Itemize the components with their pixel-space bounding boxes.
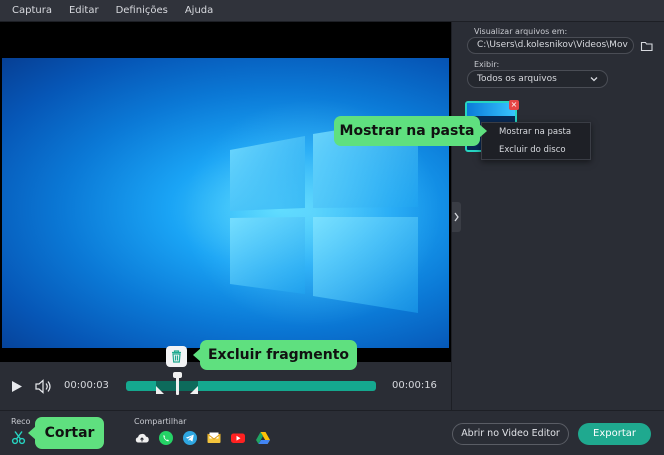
collapse-panel-button[interactable] (452, 202, 461, 232)
total-time: 00:00:16 (392, 380, 437, 391)
thumbnail-image (467, 103, 515, 116)
chevron-right-icon (454, 212, 459, 222)
delete-fragment-button[interactable] (166, 346, 187, 367)
volume-icon[interactable] (35, 379, 52, 394)
windows-logo (230, 117, 418, 313)
callout-pointer (193, 348, 201, 362)
file-browser-panel: Visualizar arquivos em: C:\Users\d.koles… (451, 22, 664, 410)
callout-pointer (479, 124, 487, 138)
google-drive-icon[interactable] (255, 430, 271, 446)
callout-delete-fragment: Excluir fragmento (200, 340, 357, 370)
folder-open-icon[interactable] (640, 39, 654, 53)
video-preview[interactable] (0, 22, 451, 362)
cloud-icon[interactable] (134, 430, 150, 446)
email-icon[interactable] (206, 430, 222, 446)
youtube-icon[interactable] (230, 430, 246, 446)
telegram-icon[interactable] (182, 430, 198, 446)
trim-end-handle[interactable] (190, 386, 198, 394)
open-in-video-editor-button[interactable]: Abrir no Video Editor (452, 423, 569, 445)
playhead[interactable] (176, 374, 179, 395)
browse-label: Visualizar arquivos em: (474, 27, 568, 36)
play-icon[interactable] (11, 380, 23, 393)
menu-edit[interactable]: Editar (69, 5, 99, 16)
file-filter-select[interactable]: Todos os arquivos (467, 70, 608, 88)
file-filter-value: Todos os arquivos (477, 74, 557, 84)
menu-help[interactable]: Ajuda (185, 5, 213, 16)
callout-show-in-folder: Mostrar na pasta (334, 116, 480, 146)
export-button[interactable]: Exportar (578, 423, 651, 445)
scissors-icon[interactable] (11, 430, 26, 445)
remove-thumbnail-icon[interactable]: × (509, 100, 519, 110)
context-menu: Mostrar na pasta Excluir do disco (481, 122, 591, 160)
callout-delete-fragment-text: Excluir fragmento (207, 347, 350, 363)
callout-cut: Cortar (35, 417, 104, 449)
trash-icon (172, 350, 181, 363)
show-label: Exibir: (474, 60, 500, 69)
current-time: 00:00:03 (64, 380, 109, 391)
callout-pointer (28, 426, 36, 440)
whatsapp-icon[interactable] (158, 430, 174, 446)
record-section-label: Reco (11, 417, 31, 426)
callout-show-in-folder-text: Mostrar na pasta (339, 123, 475, 139)
chevron-down-icon (590, 77, 598, 82)
menu-capture[interactable]: Captura (12, 5, 52, 16)
menu-bar: Captura Editar Definições Ajuda (0, 0, 664, 22)
menu-settings[interactable]: Definições (116, 5, 168, 16)
context-show-in-folder[interactable]: Mostrar na pasta (499, 127, 571, 137)
trim-start-handle[interactable] (156, 386, 164, 394)
context-delete-from-disk[interactable]: Excluir do disco (499, 145, 566, 155)
folder-path-field[interactable]: C:\Users\d.kolesnikov\Videos\Mov (467, 37, 634, 54)
video-frame (2, 58, 449, 348)
share-section-label: Compartilhar (134, 417, 187, 426)
callout-cut-text: Cortar (44, 425, 95, 441)
